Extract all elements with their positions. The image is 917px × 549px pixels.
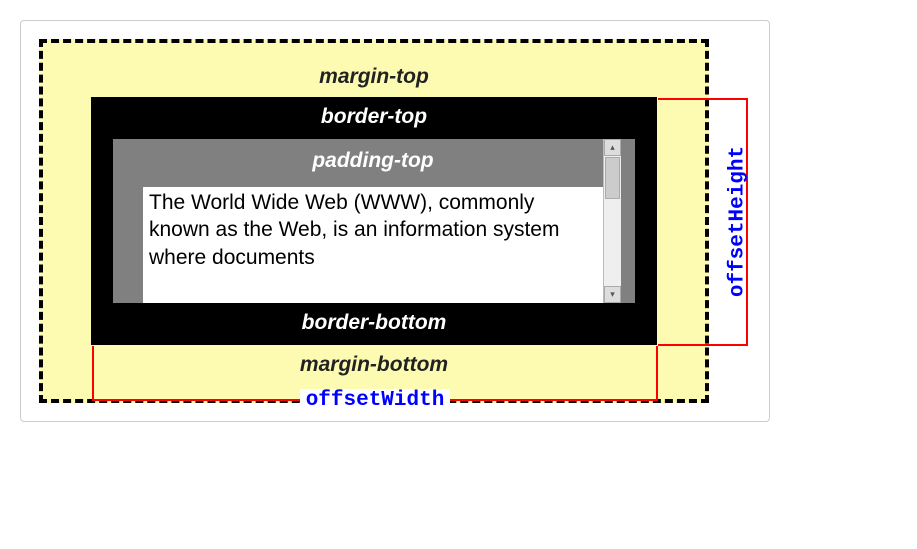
padding-box: padding-top The World Wide Web (WWW), co…: [113, 139, 635, 303]
margin-top-label: margin-top: [91, 57, 657, 97]
content-box: The World Wide Web (WWW), commonly known…: [143, 187, 603, 303]
padding-inner: padding-top The World Wide Web (WWW), co…: [143, 139, 603, 303]
margin-box: margin-top border-top padding-top The Wo…: [39, 39, 709, 403]
offset-height-label: offsetHeight: [727, 142, 750, 302]
scroll-thumb[interactable]: [605, 157, 620, 199]
margin-bottom-label: margin-bottom: [91, 345, 657, 385]
border-bottom-label: border-bottom: [113, 303, 635, 345]
offset-height-bracket-bottom: [658, 344, 748, 346]
border-top-label: border-top: [113, 97, 635, 139]
scroll-up-icon[interactable]: ▴: [604, 139, 621, 156]
border-box: border-top padding-top The World Wide We…: [91, 97, 657, 345]
scrollbar[interactable]: ▴ ▾: [603, 139, 621, 303]
scroll-track[interactable]: [604, 156, 621, 286]
offset-width-label: offsetWidth: [300, 389, 451, 412]
diagram-frame: margin-top border-top padding-top The Wo…: [20, 20, 770, 422]
offset-width-label-wrap: offsetWidth: [92, 387, 658, 413]
offset-height-bracket-top: [658, 98, 748, 100]
scroll-down-icon[interactable]: ▾: [604, 286, 621, 303]
padding-top-label: padding-top: [143, 139, 603, 187]
